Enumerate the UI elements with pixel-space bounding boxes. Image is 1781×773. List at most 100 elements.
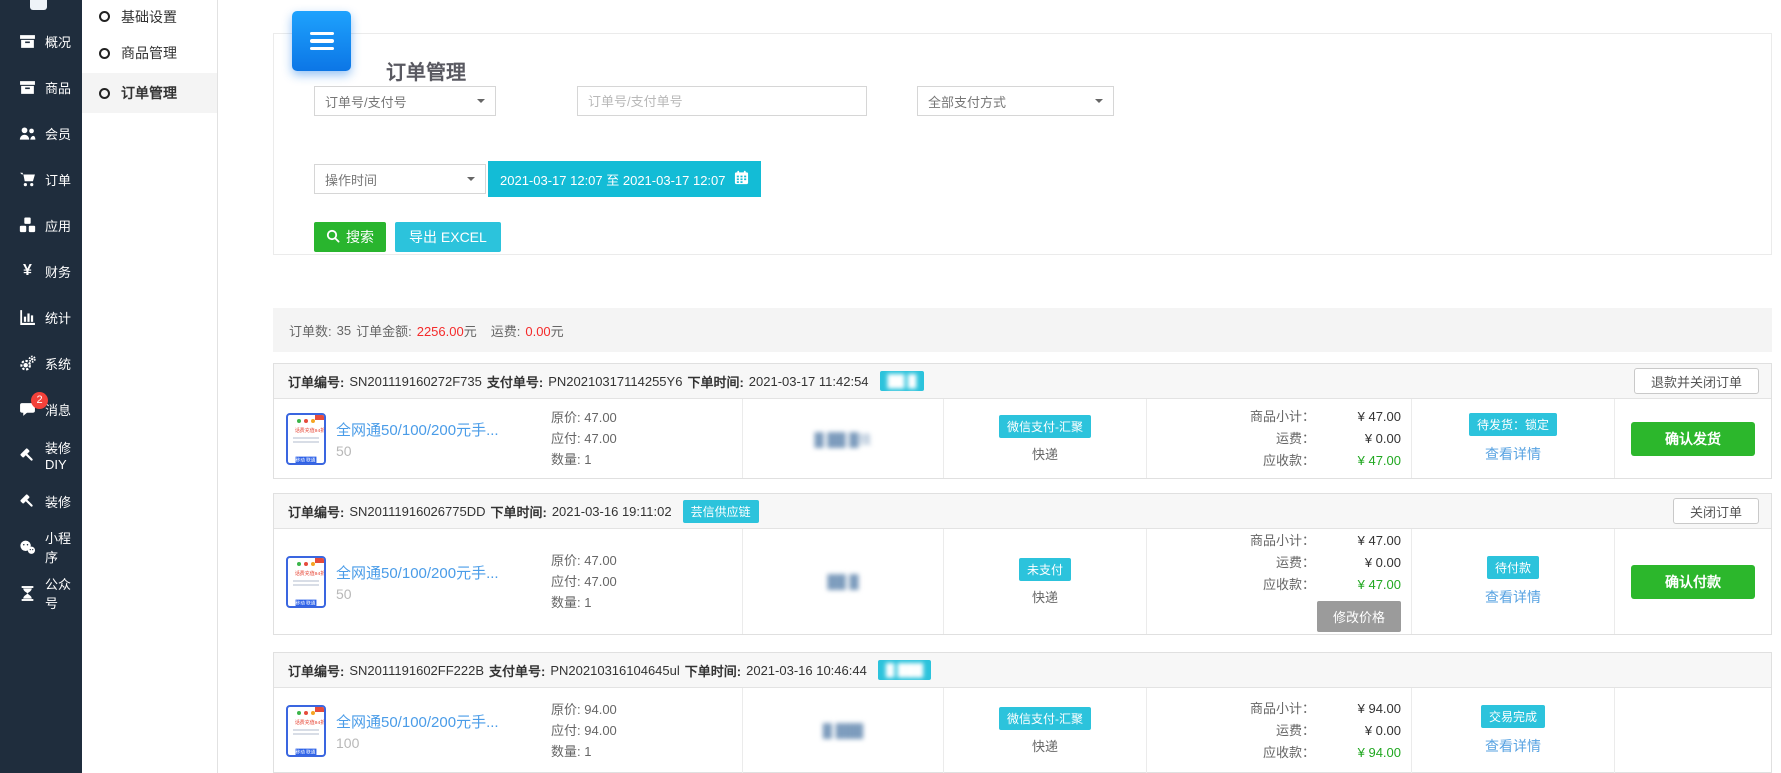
action-cell — [1614, 688, 1771, 773]
overview-icon — [19, 33, 36, 50]
view-detail-link[interactable]: 查看详情 — [1485, 736, 1541, 756]
sidebar-item-finance[interactable]: ¥ 财务 — [0, 248, 82, 294]
thumb-lines — [288, 580, 324, 586]
collapse-menu-button[interactable] — [292, 11, 351, 71]
receivable-row: 应收款：¥ 94.00 — [1157, 743, 1401, 763]
sidebar-label: 统计 — [45, 308, 71, 327]
order-time-value: 2021-03-17 11:42:54 — [749, 374, 869, 389]
buyer-nickname: ██ █ — [827, 574, 858, 589]
sidebar-item-decorate[interactable]: 装修 — [0, 478, 82, 524]
sidebar-item-system[interactable]: 系统 — [0, 340, 82, 386]
product-spec: 50 — [336, 586, 541, 602]
order-sn-label: 订单编号: — [288, 502, 344, 521]
supplier-badge-text: █ ███ — [886, 663, 923, 677]
sidebar-label: 系统 — [45, 354, 71, 373]
paid-price-line: 应付: 47.00 — [551, 428, 617, 449]
sidebar-item-official-account[interactable]: 公众号 — [0, 570, 82, 616]
radio-circle-icon — [99, 88, 110, 99]
order-card: 订单编号: SN20111916026775DD 下单时间: 2021-03-1… — [273, 493, 1772, 635]
order-time-label: 下单时间: — [687, 372, 743, 391]
sidebar-label: 会员 — [45, 124, 71, 143]
pay-method-badge: 微信支付-汇聚 — [999, 707, 1091, 730]
close-order-button[interactable]: 关闭订单 — [1673, 498, 1759, 524]
sidebar-item-stats[interactable]: 统计 — [0, 294, 82, 340]
confirm-pay-button[interactable]: 确认付款 — [1631, 565, 1755, 599]
message-count-badge: 2 — [31, 392, 48, 409]
order-pn-label: 支付单号: — [487, 372, 543, 391]
order-sn-label: 订单编号: — [288, 372, 344, 391]
miniprogram-icon — [19, 539, 36, 556]
view-detail-link[interactable]: 查看详情 — [1485, 444, 1541, 464]
search-type-select[interactable]: 订单号/支付号 — [314, 86, 496, 116]
buyer-nickname: █ ███ — [823, 723, 863, 738]
product-name-link[interactable]: 全网通50/100/200元手... — [336, 562, 541, 583]
product-name-link[interactable]: 全网通50/100/200元手... — [336, 419, 541, 440]
sidebar-item-messages[interactable]: 2 消息 — [0, 386, 82, 432]
amount-unit: 元 — [464, 324, 477, 339]
date-range-picker[interactable]: 2021-03-17 12:07 至 2021-03-17 12:07 — [488, 161, 761, 197]
order-pn-value: PN20210317114255Y6 — [548, 374, 682, 389]
sidebar-item-apps[interactable]: 应用 — [0, 202, 82, 248]
sidebar-item-miniprogram[interactable]: 小程序 — [0, 524, 82, 570]
thumb-lines — [288, 437, 324, 443]
action-cell: 确认发货 — [1614, 399, 1771, 478]
sidebar-item-goods[interactable]: 商品 — [0, 64, 82, 110]
hamburger-icon — [310, 32, 334, 36]
export-excel-button[interactable]: 导出 EXCEL — [395, 222, 501, 252]
confirm-ship-button[interactable]: 确认发货 — [1631, 422, 1755, 456]
product-thumbnail: 话费充值94折 移动 联通 电信 — [286, 413, 326, 465]
sidebar-item-diy[interactable]: 装修DIY — [0, 432, 82, 478]
submenu-item-order-management[interactable]: 订单管理 — [82, 73, 217, 113]
order-row: 话费充值94折 移动 联通 电信 全网通50/100/200元手... 50 原… — [274, 399, 1771, 478]
order-header: 订单编号: SN2011191602FF222B 支付单号: PN2021031… — [274, 653, 1771, 688]
sidebar-label: 订单 — [45, 170, 71, 189]
sidebar-label: 装修DIY — [45, 438, 82, 472]
keyword-input[interactable] — [577, 86, 867, 116]
product-cell: 话费充值94折 移动 联通 电信 全网通50/100/200元手... 50 原… — [274, 399, 742, 478]
refund-close-order-button[interactable]: 退款并关闭订单 — [1634, 368, 1759, 394]
submenu-item-goods-management[interactable]: 商品管理 — [82, 33, 217, 73]
search-type-value: 订单号/支付号 — [325, 92, 407, 111]
sub-sidebar: 基础设置 商品管理 订单管理 — [82, 0, 218, 773]
order-time-value: 2021-03-16 19:11:02 — [552, 504, 672, 519]
sidebar-label: 装修 — [45, 492, 71, 511]
order-sn-value: SN20111916026775DD — [349, 504, 485, 519]
order-count-value: 35 — [337, 323, 351, 338]
date-range-value: 2021-03-17 12:07 至 2021-03-17 12:07 — [500, 170, 726, 189]
supplier-badge: ██ █ — [880, 371, 925, 391]
search-button-label: 搜索 — [346, 227, 374, 247]
sidebar-item-overview[interactable]: 概况 — [0, 18, 82, 64]
qty-line: 数量: 1 — [551, 449, 617, 470]
payment-cell: 微信支付-汇聚 快递 — [943, 688, 1146, 773]
submenu-item-basic-settings[interactable]: 基础设置 — [82, 0, 217, 33]
radio-circle-icon — [99, 11, 110, 22]
sidebar-item-cutoff — [0, 0, 82, 18]
sidebar-item-members[interactable]: 会员 — [0, 110, 82, 156]
supplier-badge-text: ██ █ — [888, 374, 917, 388]
orders-summary-bar: 订单数: 35 订单金额: 2256.00元 运费: 0.00元 — [273, 308, 1772, 352]
official-account-icon — [19, 585, 36, 602]
order-count-label: 订单数: — [289, 321, 332, 340]
product-thumbnail: 话费充值94折 移动 联通 电信 — [286, 556, 326, 608]
search-button[interactable]: 搜索 — [314, 222, 386, 252]
modify-price-button[interactable]: 修改价格 — [1317, 601, 1401, 632]
thumb-corner-tag — [315, 558, 324, 563]
order-time-label: 下单时间: — [490, 502, 546, 521]
sidebar-item-orders[interactable]: 订单 — [0, 156, 82, 202]
time-type-select[interactable]: 操作时间 — [314, 164, 486, 194]
thumb-footer: 移动 联通 电信 — [296, 748, 317, 754]
buyer-cell: ██ █ — [742, 529, 943, 634]
view-detail-link[interactable]: 查看详情 — [1485, 587, 1541, 607]
search-icon — [326, 229, 340, 246]
pay-status-badge: 未支付 — [1019, 558, 1071, 581]
pay-method-select[interactable]: 全部支付方式 — [917, 86, 1114, 116]
product-name-link[interactable]: 全网通50/100/200元手... — [336, 711, 541, 732]
buyer-nickname: █ ██ █技 — [814, 429, 871, 448]
order-amount-value: 2256.00 — [417, 324, 464, 339]
apps-icon — [19, 217, 36, 234]
freight-row: 运费：¥ 0.00 — [1157, 721, 1401, 741]
filter-row-2: 操作时间 2021-03-17 12:07 至 2021-03-17 12:07 — [314, 161, 761, 197]
order-pn-value: PN20210316104645ul — [550, 663, 679, 678]
product-spec: 50 — [336, 443, 541, 459]
receivable-row: 应收款：¥ 47.00 — [1157, 575, 1401, 595]
